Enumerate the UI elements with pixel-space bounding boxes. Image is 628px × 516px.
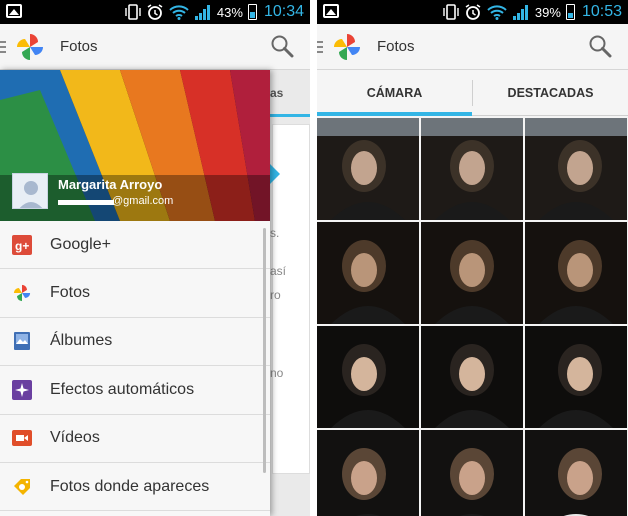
behind-arrow-icon (270, 164, 280, 184)
drawer-item-label: Fotos donde apareces (50, 477, 210, 495)
drawer-menu: g+ Google+ Fotos Álbumes Efectos automát… (0, 221, 270, 512)
photo-thumbnail[interactable] (317, 118, 419, 220)
navigation-drawer: Margarita Arroyo @gmail.com g+ Google+ F… (0, 70, 270, 516)
app-title: Fotos (60, 38, 98, 55)
photos-pinwheel-icon[interactable] (331, 31, 363, 63)
status-bar: 43% 10:34 (0, 0, 310, 24)
wifi-icon (169, 4, 189, 20)
behind-tab-fragment: as (270, 86, 284, 100)
photo-thumbnail[interactable] (525, 222, 627, 324)
photos-pinwheel-icon (12, 283, 32, 303)
drawer-scrollbar[interactable] (263, 228, 266, 473)
drawer-item-efectos-automaticos[interactable]: Efectos automáticos (0, 366, 270, 415)
drawer-toggle-icon[interactable] (0, 41, 6, 53)
photo-thumbnail[interactable] (525, 326, 627, 428)
vibrate-icon (125, 3, 141, 21)
search-icon[interactable] (270, 34, 294, 58)
battery-percent: 39% (534, 4, 561, 20)
right-screenshot: 39% 10:53 Fotos CÁMARA DESTACADAS (317, 0, 628, 516)
auto-effects-icon (12, 379, 32, 400)
app-title: Fotos (377, 38, 415, 55)
google-plus-icon: g+ (12, 234, 32, 255)
tab-bar: CÁMARA DESTACADAS (317, 70, 628, 116)
action-bar: Fotos (0, 24, 310, 70)
svg-text:g+: g+ (15, 239, 29, 253)
alarm-icon (146, 3, 164, 21)
drawer-item-fotos-donde-apareces[interactable]: Fotos donde apareces (0, 463, 270, 512)
drawer-item-label: Fotos (50, 284, 91, 302)
clock: 10:34 (263, 3, 304, 20)
photos-pinwheel-icon[interactable] (14, 31, 46, 63)
photo-thumbnail[interactable] (525, 118, 627, 220)
albums-icon (12, 331, 32, 351)
photo-thumbnail[interactable] (421, 326, 523, 428)
behind-text: así (270, 264, 287, 278)
signal-icon (512, 3, 530, 21)
drawer-item-label: Álbumes (50, 332, 113, 350)
signal-icon (194, 3, 212, 21)
photo-thumbnail[interactable] (317, 430, 419, 516)
tab-destacadas[interactable]: DESTACADAS (473, 70, 628, 116)
photo-thumbnail[interactable] (421, 222, 523, 324)
drawer-item-google-plus[interactable]: g+ Google+ (0, 221, 270, 270)
photo-thumbnail[interactable] (317, 326, 419, 428)
wifi-icon (487, 4, 507, 20)
photo-thumbnail[interactable] (317, 222, 419, 324)
photo-grid (317, 116, 628, 516)
behind-text: s. (270, 226, 280, 240)
photos-of-you-tag-icon (12, 477, 32, 497)
drawer-item-albumes[interactable]: Álbumes (0, 318, 270, 367)
behind-text: no (270, 366, 284, 380)
drawer-toggle-icon[interactable] (317, 41, 323, 53)
user-name: Margarita Arroyo (58, 177, 163, 192)
drawer-item-label: Efectos automáticos (50, 380, 195, 398)
videos-icon (12, 428, 32, 448)
clock: 10:53 (581, 3, 622, 20)
drawer-item-fotos[interactable]: Fotos (0, 269, 270, 318)
photo-thumbnail[interactable] (421, 430, 523, 516)
drawer-item-label: Google+ (50, 235, 111, 253)
background-content: as s. así ro no (268, 70, 310, 516)
behind-tab-indicator (268, 114, 310, 117)
search-icon[interactable] (588, 34, 612, 58)
battery-icon (247, 4, 257, 20)
user-email: @gmail.com (112, 195, 174, 207)
gallery-notification-icon (323, 4, 339, 18)
gallery-notification-icon (6, 4, 22, 18)
vibrate-icon (443, 3, 459, 21)
behind-text: ro (270, 288, 281, 302)
left-screenshot: 43% 10:34 Fotos as s. así ro no Margarit… (0, 0, 310, 516)
action-bar: Fotos (317, 24, 628, 70)
battery-icon (565, 4, 575, 20)
email-redaction (58, 200, 114, 205)
avatar[interactable] (12, 173, 48, 209)
photo-thumbnail[interactable] (421, 118, 523, 220)
alarm-icon (464, 3, 482, 21)
status-bar: 39% 10:53 (317, 0, 628, 24)
drawer-item-videos[interactable]: Vídeos (0, 415, 270, 463)
battery-percent: 43% (216, 4, 243, 20)
photo-thumbnail[interactable] (525, 430, 627, 516)
profile-cover-photo: Margarita Arroyo @gmail.com (0, 70, 270, 221)
tab-camara[interactable]: CÁMARA (317, 70, 472, 116)
drawer-item-label: Vídeos (50, 429, 100, 447)
